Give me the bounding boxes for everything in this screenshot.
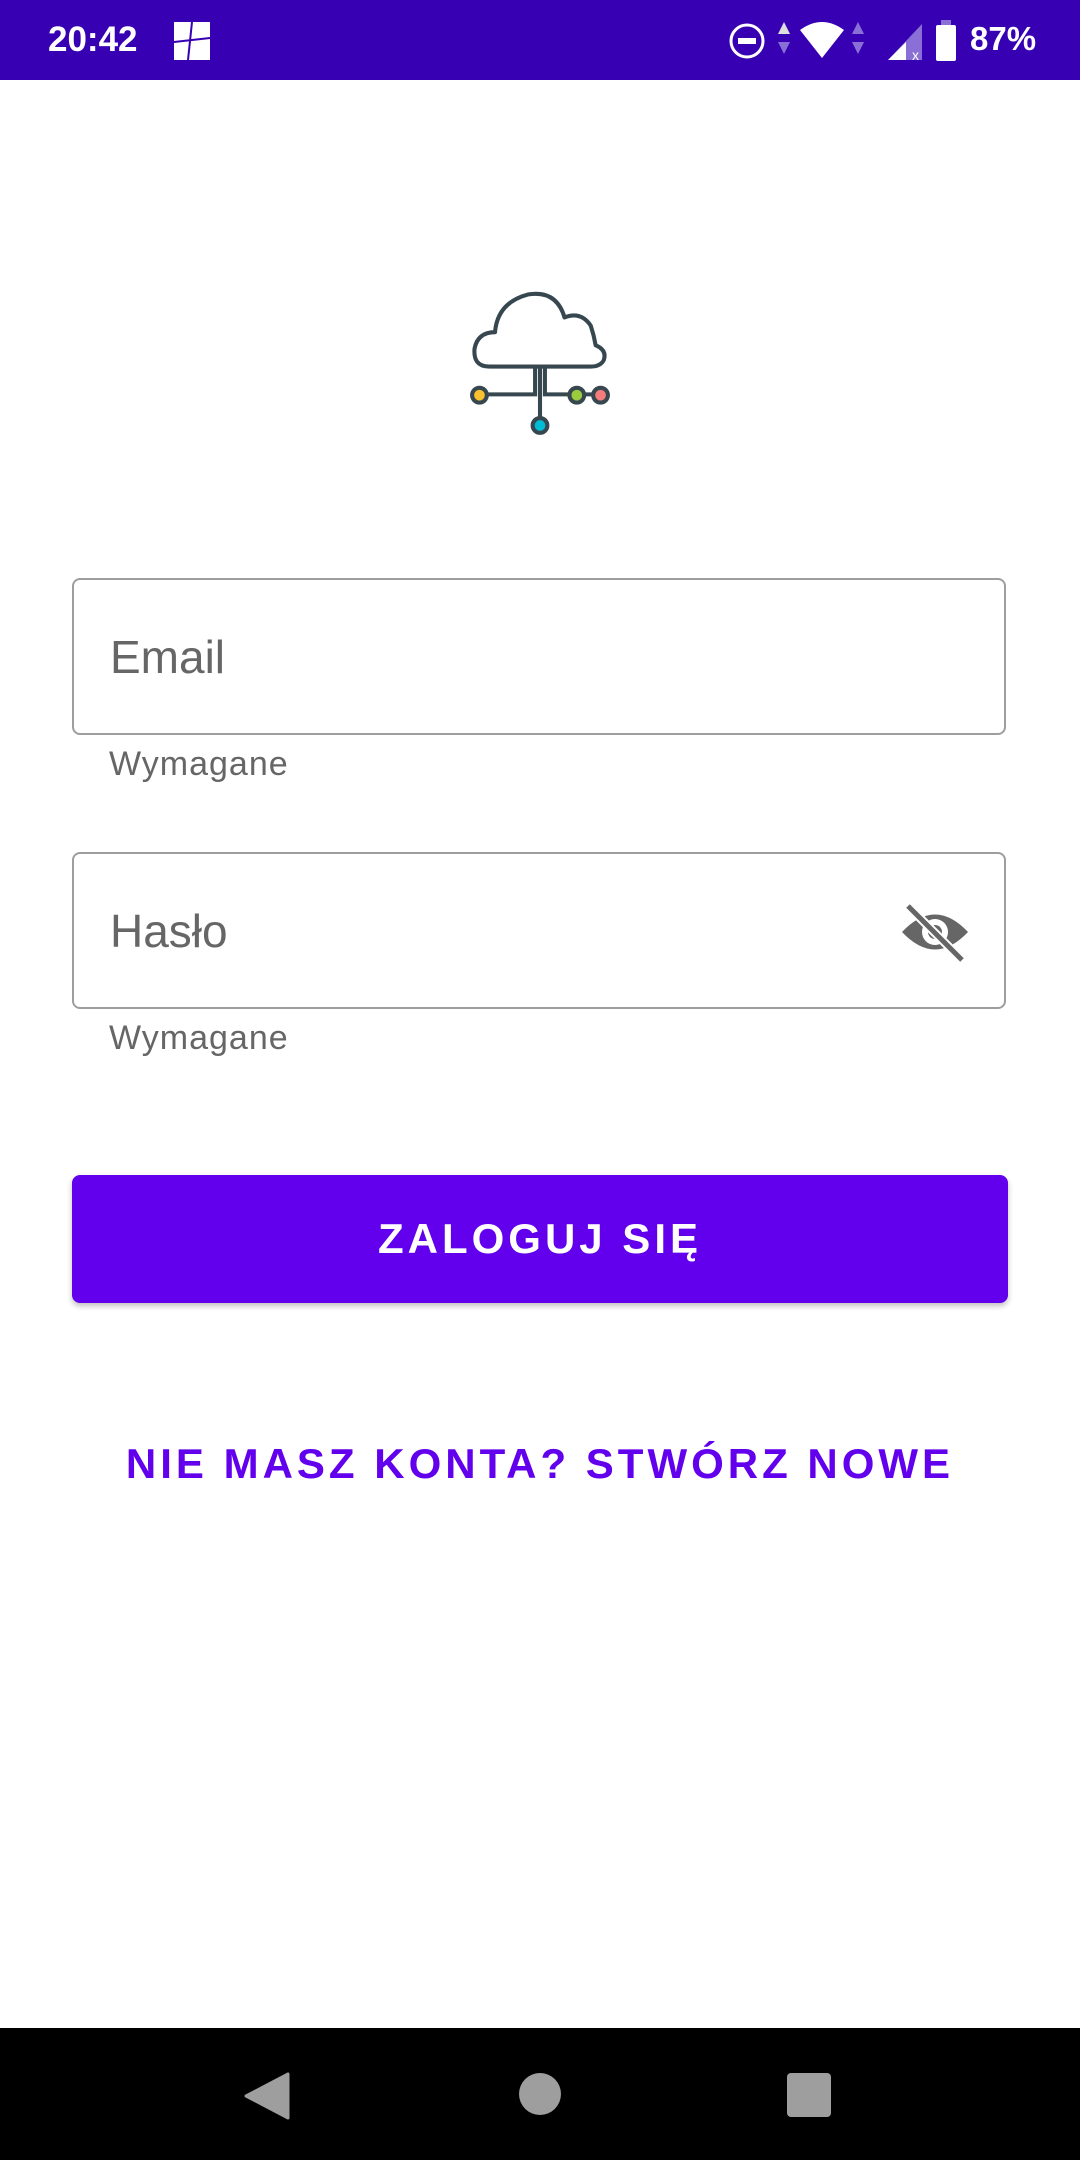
- email-helper-text: Wymagane: [109, 745, 289, 783]
- recents-icon[interactable]: [786, 2072, 832, 2118]
- notification-app-icon: [173, 21, 211, 61]
- login-button[interactable]: ZALOGUJ SIĘ: [72, 1175, 1008, 1303]
- create-account-link[interactable]: NIE MASZ KONTA? STWÓRZ NOWE: [0, 1440, 1080, 1488]
- cellular-no-signal-icon: x: [888, 24, 922, 62]
- password-field[interactable]: Hasło: [72, 852, 1006, 1009]
- battery-percentage: 87%: [970, 20, 1037, 57]
- visibility-off-icon[interactable]: [900, 902, 970, 962]
- navigation-bar: [0, 2028, 1080, 2160]
- data-arrows-icon: [852, 22, 864, 54]
- status-time: 20:42: [48, 20, 138, 59]
- email-field[interactable]: Email: [72, 578, 1006, 735]
- password-helper-text: Wymagane: [109, 1019, 289, 1057]
- wifi-icon: [800, 22, 844, 58]
- battery-icon: [936, 20, 956, 61]
- status-bar: 20:42 x 87%: [0, 0, 1080, 80]
- back-icon[interactable]: [244, 2072, 290, 2120]
- data-arrows-icon: [778, 22, 790, 54]
- email-placeholder: Email: [110, 631, 226, 683]
- svg-text:x: x: [912, 47, 919, 62]
- do-not-disturb-icon: [729, 23, 765, 59]
- home-icon[interactable]: [518, 2072, 562, 2116]
- cloud-network-logo: [470, 291, 610, 435]
- password-placeholder: Hasło: [110, 905, 228, 957]
